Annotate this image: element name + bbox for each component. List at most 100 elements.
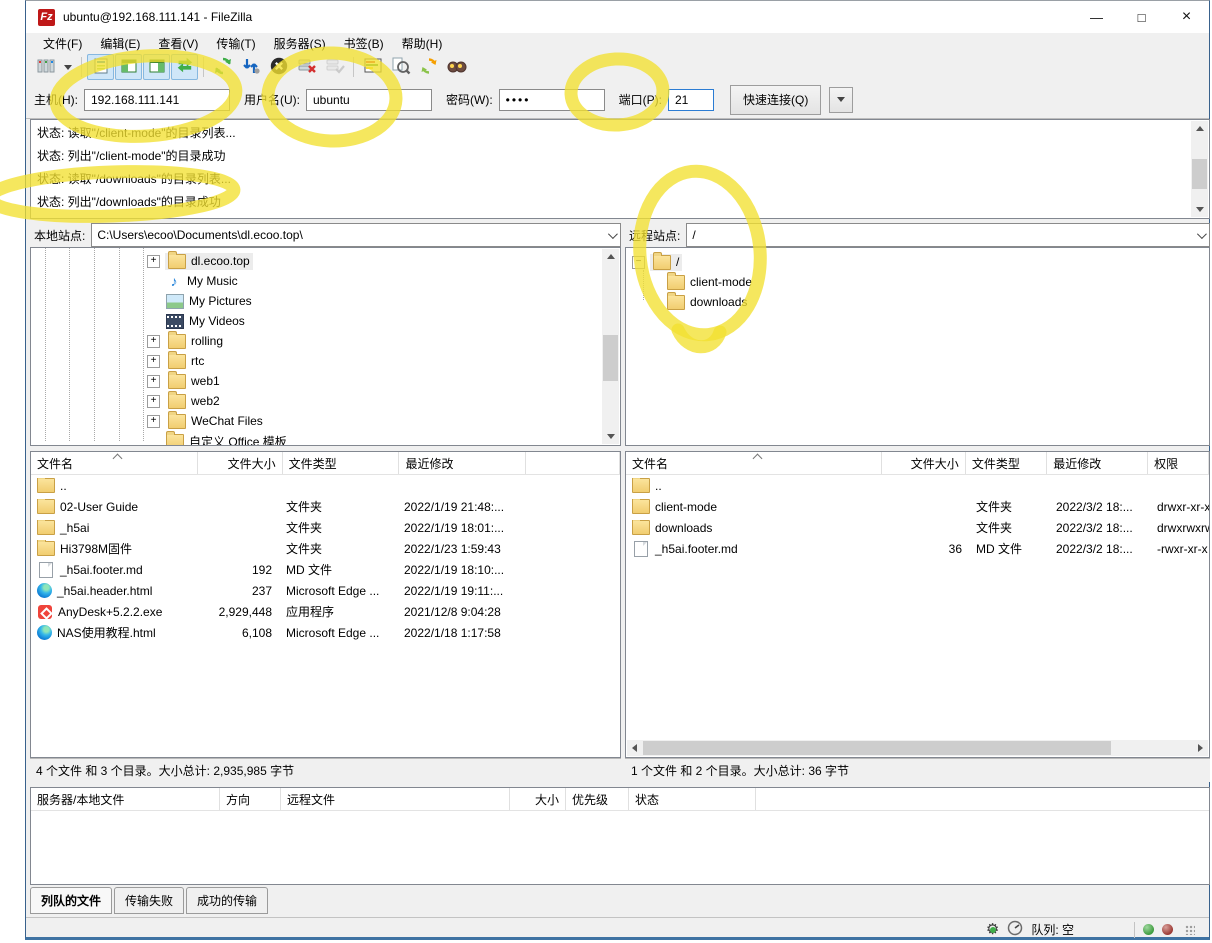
- tab-successful-transfers[interactable]: 成功的传输: [186, 887, 268, 914]
- column-header[interactable]: 文件名: [626, 452, 882, 474]
- file-row[interactable]: downloads文件夹2022/3/2 18:...drwxrwxrwx: [626, 517, 1209, 538]
- tree-item[interactable]: +rolling: [31, 331, 620, 351]
- queue-column-header[interactable]: 状态: [629, 788, 756, 810]
- file-row[interactable]: _h5ai.header.html237Microsoft Edge ...20…: [31, 580, 620, 601]
- scroll-right-icon[interactable]: [1193, 740, 1208, 756]
- local-tree-scrollbar[interactable]: [602, 249, 619, 444]
- tree-item[interactable]: My Videos: [31, 311, 620, 331]
- toggle-remote-tree-button[interactable]: [143, 54, 170, 80]
- file-name-cell: AnyDesk+5.2.2.exe: [31, 605, 203, 619]
- local-site-combobox[interactable]: C:\Users\ecoo\Documents\dl.ecoo.top\: [91, 223, 621, 247]
- site-manager-button[interactable]: [32, 54, 59, 80]
- resize-grip[interactable]: [1185, 925, 1195, 935]
- file-row[interactable]: _h5ai.footer.md36MD 文件2022/3/2 18:...-rw…: [626, 538, 1209, 559]
- column-header-label: 文件类型: [289, 455, 337, 472]
- queue-column-header[interactable]: 方向: [220, 788, 281, 810]
- queue-column-header[interactable]: 远程文件: [281, 788, 510, 810]
- column-header[interactable]: 文件大小: [882, 452, 966, 474]
- scrollbar-thumb[interactable]: [603, 335, 618, 381]
- queue-column-header[interactable]: 优先级: [566, 788, 629, 810]
- file-row[interactable]: 02-User Guide文件夹2022/1/19 21:48:...: [31, 496, 620, 517]
- remote-site-combobox[interactable]: /: [686, 223, 1210, 247]
- file-row[interactable]: _h5ai文件夹2022/1/19 18:01:...: [31, 517, 620, 538]
- file-row[interactable]: Hi3798M固件文件夹2022/1/23 1:59:43: [31, 538, 620, 559]
- quickconnect-dropdown[interactable]: [829, 87, 853, 113]
- sync-browse-button[interactable]: [415, 54, 442, 80]
- tree-item[interactable]: ♪My Music: [31, 271, 620, 291]
- tree-item[interactable]: +rtc: [31, 351, 620, 371]
- tree-item[interactable]: My Pictures: [31, 291, 620, 311]
- gear-icon[interactable]: ⚙: [986, 922, 999, 937]
- remote-list-hscrollbar[interactable]: [627, 740, 1208, 756]
- menu-bar: 文件(F)编辑(E)查看(V)传输(T)服务器(S)书签(B)帮助(H): [26, 33, 1209, 53]
- refresh-button[interactable]: [209, 54, 236, 80]
- scroll-up-icon[interactable]: [1191, 121, 1208, 136]
- minimize-button[interactable]: —: [1074, 1, 1119, 33]
- file-row[interactable]: NAS使用教程.html6,108Microsoft Edge ...2022/…: [31, 622, 620, 643]
- speed-gauge-icon[interactable]: [1007, 920, 1023, 939]
- file-row[interactable]: client-mode文件夹2022/3/2 18:...drwxr-xr-x: [626, 496, 1209, 517]
- password-input[interactable]: [499, 89, 605, 111]
- menu-item[interactable]: 编辑(E): [91, 33, 149, 54]
- site-manager-dropdown[interactable]: [60, 54, 76, 80]
- column-header[interactable]: 文件类型: [283, 452, 400, 474]
- folder-icon: [667, 295, 685, 310]
- menu-item[interactable]: 查看(V): [149, 33, 207, 54]
- column-header[interactable]: 最近修改: [1047, 452, 1148, 474]
- pictures-icon: [166, 294, 184, 309]
- remote-site-row: 远程站点: /: [625, 223, 1210, 247]
- disconnect-button[interactable]: [293, 54, 320, 80]
- find-files-button[interactable]: [443, 54, 470, 80]
- queue-column-header[interactable]: 大小: [510, 788, 566, 810]
- filter-button[interactable]: [359, 54, 386, 80]
- port-input[interactable]: [668, 89, 714, 111]
- toggle-local-tree-button[interactable]: [115, 54, 142, 80]
- toggle-queue-button[interactable]: [171, 54, 198, 80]
- scroll-left-icon[interactable]: [627, 740, 642, 756]
- scroll-up-icon[interactable]: [602, 249, 619, 264]
- tree-item[interactable]: +web1: [31, 371, 620, 391]
- quickconnect-button[interactable]: 快速连接(Q): [730, 85, 821, 115]
- file-modified-cell: 2021/12/8 9:04:28: [398, 605, 526, 619]
- compare-button[interactable]: [387, 54, 414, 80]
- tab-queued-files[interactable]: 列队的文件: [30, 887, 112, 914]
- close-button[interactable]: ×: [1164, 1, 1209, 33]
- log-scrollbar[interactable]: [1191, 121, 1208, 217]
- scroll-down-icon[interactable]: [602, 429, 619, 444]
- tree-item[interactable]: +dl.ecoo.top: [31, 251, 620, 271]
- column-header[interactable]: 权限: [1148, 452, 1209, 474]
- toggle-log-button[interactable]: [87, 54, 114, 80]
- column-header[interactable]: 文件大小: [198, 452, 283, 474]
- queue-column-header[interactable]: 服务器/本地文件: [31, 788, 220, 810]
- toolbar: [26, 53, 1209, 81]
- menu-item[interactable]: 传输(T): [207, 33, 264, 54]
- host-input[interactable]: [84, 89, 230, 111]
- cancel-button[interactable]: [265, 54, 292, 80]
- menu-item[interactable]: 服务器(S): [265, 33, 335, 54]
- reconnect-button[interactable]: [321, 54, 348, 80]
- menu-item[interactable]: 书签(B): [335, 33, 393, 54]
- menu-item[interactable]: 文件(F): [34, 33, 91, 54]
- tree-item[interactable]: 自定义 Office 模板: [31, 431, 620, 446]
- column-header[interactable]: 文件类型: [966, 452, 1047, 474]
- scroll-down-icon[interactable]: [1191, 202, 1208, 217]
- column-header[interactable]: 文件名: [31, 452, 198, 474]
- file-row[interactable]: _h5ai.footer.md192MD 文件2022/1/19 18:10:.…: [31, 559, 620, 580]
- column-header[interactable]: 最近修改: [399, 452, 525, 474]
- column-header[interactable]: [526, 452, 620, 474]
- username-input[interactable]: [306, 89, 432, 111]
- process-queue-button[interactable]: [237, 54, 264, 80]
- file-row[interactable]: ..: [31, 475, 620, 496]
- tree-item[interactable]: +WeChat Files: [31, 411, 620, 431]
- tab-failed-transfers[interactable]: 传输失败: [114, 887, 184, 914]
- tree-item[interactable]: downloads: [626, 292, 1209, 312]
- file-row[interactable]: ..: [626, 475, 1209, 496]
- tree-item[interactable]: +web2: [31, 391, 620, 411]
- tree-item[interactable]: client-mode: [626, 272, 1209, 292]
- tree-item[interactable]: −/: [626, 252, 1209, 272]
- scrollbar-thumb[interactable]: [643, 741, 1111, 755]
- maximize-button[interactable]: □: [1119, 1, 1164, 33]
- scrollbar-thumb[interactable]: [1192, 159, 1207, 189]
- menu-item[interactable]: 帮助(H): [393, 33, 452, 54]
- file-row[interactable]: AnyDesk+5.2.2.exe2,929,448应用程序2021/12/8 …: [31, 601, 620, 622]
